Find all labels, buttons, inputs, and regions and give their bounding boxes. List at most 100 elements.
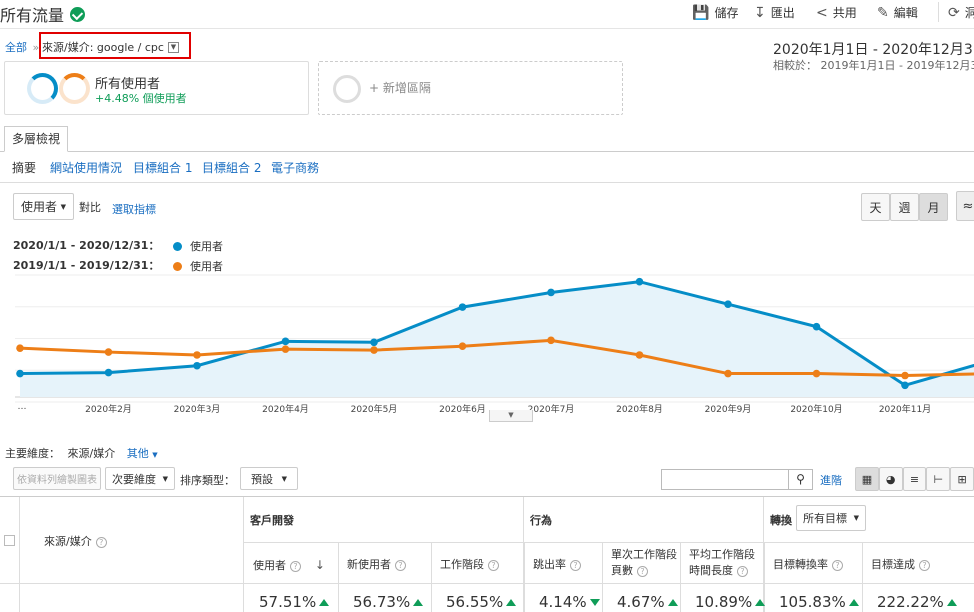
total-value: 56.55% (446, 593, 516, 611)
chart-collapse-handle[interactable]: ▼ (489, 410, 533, 422)
data-point[interactable] (547, 337, 555, 345)
x-tick-label: 2020年4月 (262, 402, 309, 415)
data-point[interactable] (813, 323, 821, 331)
save-button[interactable]: 💾 儲存 (692, 4, 738, 21)
group-acquisition: 客戶開發 (250, 512, 294, 528)
x-tick-label: 2020年7月 (528, 402, 575, 415)
trend-down-icon (590, 599, 600, 606)
column-header[interactable]: 目標轉換率? (773, 557, 859, 573)
data-point[interactable] (282, 345, 290, 353)
data-point[interactable] (282, 338, 290, 346)
column-header[interactable]: 新使用者? (347, 557, 428, 573)
x-tick-label: 2020年10月 (790, 402, 842, 415)
data-point[interactable] (370, 346, 378, 354)
subnav-site-usage[interactable]: 網站使用情況 (50, 159, 122, 176)
period-day-button[interactable]: 天 (861, 193, 890, 221)
compare-label: 相較於： (773, 59, 817, 72)
select-metric-link[interactable]: 選取指標 (112, 201, 156, 217)
breadcrumb-current[interactable]: 來源/媒介: google / cpc ▼ (42, 39, 179, 55)
total-value: 222.22% (877, 593, 957, 611)
pivot-view-icon[interactable]: ⊞ (950, 467, 974, 491)
legend-dot-blue-icon (173, 242, 182, 251)
x-tick-label: 2020年9月 (705, 402, 752, 415)
total-value-text: 222.22% (877, 593, 944, 611)
data-point[interactable] (16, 370, 24, 378)
save-label: 儲存 (714, 4, 738, 21)
trend-up-icon (319, 599, 329, 606)
export-button[interactable]: ↧ 匯出 (754, 4, 795, 21)
data-point[interactable] (105, 348, 113, 356)
period-month-button[interactable]: 月 (919, 193, 948, 221)
comparison-view-icon[interactable]: ⊢ (926, 467, 950, 491)
column-header[interactable]: 跳出率? (533, 557, 599, 573)
data-point[interactable] (459, 342, 467, 350)
secondary-dimension-select[interactable]: 次要維度 ▼ (105, 467, 175, 490)
breadcrumb-root-link[interactable]: 全部 (5, 41, 27, 54)
total-value-text: 105.83% (779, 593, 846, 611)
column-header[interactable]: 目標達成? (871, 557, 959, 573)
total-value-text: 4.67% (617, 593, 665, 611)
metric-select[interactable]: 使用者 ▼ (13, 193, 74, 220)
column-header[interactable]: 平均工作階段時間長度? (689, 547, 761, 579)
table-search-input[interactable] (661, 469, 789, 490)
data-point[interactable] (547, 289, 555, 297)
share-button[interactable]: < 共用 (816, 4, 857, 21)
legend-metric-current: 使用者 (190, 238, 223, 254)
search-icon[interactable]: ⚲ (789, 469, 813, 490)
data-point[interactable] (724, 300, 732, 308)
add-segment-button[interactable]: + 新增區隔 (318, 61, 623, 115)
vs-label: 對比 (79, 199, 101, 215)
segment-change: +4.48% 個使用者 (95, 90, 187, 106)
subnav-goal-set-2[interactable]: 目標組合 2 (202, 159, 261, 176)
data-point[interactable] (459, 303, 467, 311)
dimension-header[interactable]: 來源/媒介? (44, 533, 107, 549)
x-tick-label: 2020年8月 (616, 402, 663, 415)
column-header[interactable]: 單次工作階段頁數? (611, 547, 677, 579)
total-value: 57.51% (259, 593, 329, 611)
insights-button[interactable]: ⟳ 洞 (948, 4, 974, 21)
data-point[interactable] (901, 372, 909, 380)
subnav-summary[interactable]: 摘要 (12, 159, 36, 176)
total-value-text: 56.73% (353, 593, 410, 611)
column-header[interactable]: 使用者? ↓ (253, 557, 335, 574)
data-point[interactable] (724, 370, 732, 378)
column-header[interactable]: 工作階段? (440, 557, 521, 573)
data-point[interactable] (193, 351, 201, 359)
export-label: 匯出 (771, 4, 795, 21)
data-point[interactable] (636, 278, 644, 286)
data-point[interactable] (901, 381, 909, 389)
data-point[interactable] (813, 370, 821, 378)
segment-card-all-users[interactable]: 所有使用者 +4.48% 個使用者 (4, 61, 309, 115)
data-point[interactable] (105, 369, 113, 377)
other-dimension-link[interactable]: 其他 (127, 447, 149, 460)
edit-button[interactable]: ✎ 編輯 (877, 4, 918, 21)
goal-select[interactable]: 所有目標 ▼ (796, 505, 866, 531)
advanced-filter-link[interactable]: 進階 (820, 472, 842, 488)
subnav-ecommerce[interactable]: 電子商務 (271, 159, 319, 176)
period-week-button[interactable]: 週 (890, 193, 919, 221)
select-all-checkbox[interactable] (4, 535, 15, 546)
tab-explorer[interactable]: 多層檢視 (4, 126, 68, 152)
line-chart (0, 270, 974, 420)
performance-view-icon[interactable]: ≡ (903, 467, 927, 491)
dropdown-arrow-icon[interactable]: ▼ (168, 42, 179, 53)
metric-select-label: 使用者 (21, 198, 57, 215)
goal-select-label: 所有目標 (803, 510, 847, 526)
total-value: 56.73% (353, 593, 423, 611)
sort-desc-icon[interactable]: ↓ (311, 558, 325, 572)
column-header-label: 目標轉換率 (773, 558, 828, 571)
sort-type-select[interactable]: 預設 ▼ (240, 467, 298, 490)
date-range-primary[interactable]: 2020年1月1日 - 2020年12月31日 (773, 39, 974, 59)
total-value: 105.83% (779, 593, 859, 611)
line-chart-toggle[interactable]: ≈ (956, 191, 974, 221)
share-icon: < (816, 5, 828, 21)
data-point[interactable] (16, 344, 24, 352)
pie-view-icon[interactable]: ◕ (879, 467, 903, 491)
data-point[interactable] (370, 338, 378, 346)
subnav-goal-set-1[interactable]: 目標組合 1 (133, 159, 192, 176)
table-view-icon[interactable]: ▦ (855, 467, 879, 491)
data-point[interactable] (193, 362, 201, 370)
total-value: 4.67% (617, 593, 678, 611)
plot-rows-button[interactable]: 依資料列繪製圖表 (13, 467, 101, 490)
data-point[interactable] (636, 351, 644, 359)
